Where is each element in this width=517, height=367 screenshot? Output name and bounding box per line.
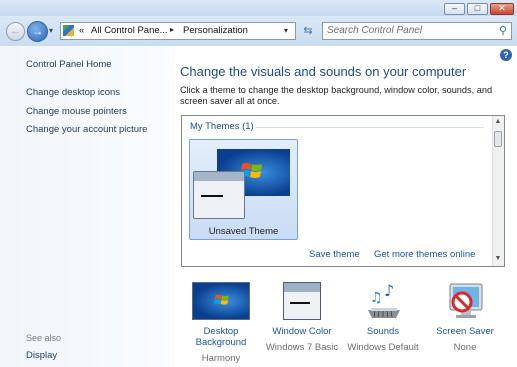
sounds-value: Windows Default	[347, 342, 419, 353]
close-button[interactable]: ✕	[490, 3, 514, 15]
svg-text:♫: ♫	[370, 290, 383, 306]
svg-text:♪: ♪	[384, 281, 394, 300]
breadcrumb-separator-arrow[interactable]: ▸	[170, 25, 174, 34]
my-themes-group-header: My Themes (1)	[190, 121, 254, 132]
control-panel-icon	[63, 25, 74, 36]
address-overflow-chevron[interactable]: «	[79, 25, 84, 36]
theme-name-label: Unsaved Theme	[208, 226, 279, 237]
breadcrumb-all-control-panel[interactable]: All Control Pane...	[91, 25, 168, 36]
page-title: Change the visuals and sounds on your co…	[180, 64, 467, 79]
scrollbar-thumb[interactable]	[494, 131, 502, 147]
change-mouse-pointers-link[interactable]: Change mouse pointers	[26, 106, 127, 117]
sounds-link[interactable]: Sounds	[343, 326, 423, 337]
desktop-background-link[interactable]: Desktop Background	[181, 326, 261, 348]
help-icon[interactable]: ?	[500, 49, 512, 61]
forward-button[interactable]: →	[27, 21, 48, 42]
desktop-background-value: Harmony	[201, 353, 241, 364]
window-color-icon[interactable]	[283, 282, 321, 320]
get-more-themes-link[interactable]: Get more themes online	[374, 249, 475, 260]
window-color-link[interactable]: Window Color	[262, 326, 342, 337]
recent-pages-dropdown[interactable]: ▾	[49, 27, 57, 35]
title-bar	[0, 0, 517, 16]
screen-saver-value: None	[453, 342, 477, 353]
window-preview-content-line	[201, 195, 223, 197]
see-also-heading: See also	[26, 333, 62, 343]
change-desktop-icons-link[interactable]: Change desktop icons	[26, 87, 120, 98]
screen-saver-link[interactable]: Screen Saver	[425, 326, 505, 337]
sounds-icon[interactable]: ♫ ♪	[364, 280, 404, 320]
group-divider	[256, 127, 484, 128]
maximize-button[interactable]: □	[467, 3, 488, 15]
scroll-up-arrow-icon[interactable]: ▲	[493, 117, 503, 127]
window-color-value: Windows 7 Basic	[265, 342, 339, 353]
back-button[interactable]: ←	[6, 22, 25, 41]
control-panel-home-link[interactable]: Control Panel Home	[26, 59, 112, 70]
scroll-down-arrow-icon[interactable]: ▼	[493, 254, 503, 264]
search-input[interactable]: Search Control Panel	[322, 22, 512, 40]
window-preview-titlebar	[194, 172, 244, 181]
change-account-picture-link[interactable]: Change your account picture	[26, 124, 147, 135]
address-dropdown-icon[interactable]: ▾	[284, 26, 288, 35]
desktop-background-icon[interactable]	[192, 282, 250, 320]
refresh-button[interactable]: ⇆	[298, 22, 318, 40]
minimize-button[interactable]: –	[444, 3, 465, 15]
breadcrumb-personalization[interactable]: Personalization	[183, 25, 248, 36]
save-theme-link[interactable]: Save theme	[309, 249, 360, 260]
search-icon[interactable]: ⚲	[496, 24, 510, 38]
instructions-text: Click a theme to change the desktop back…	[180, 85, 493, 106]
screen-saver-icon[interactable]	[446, 282, 486, 320]
display-link[interactable]: Display	[26, 350, 57, 361]
